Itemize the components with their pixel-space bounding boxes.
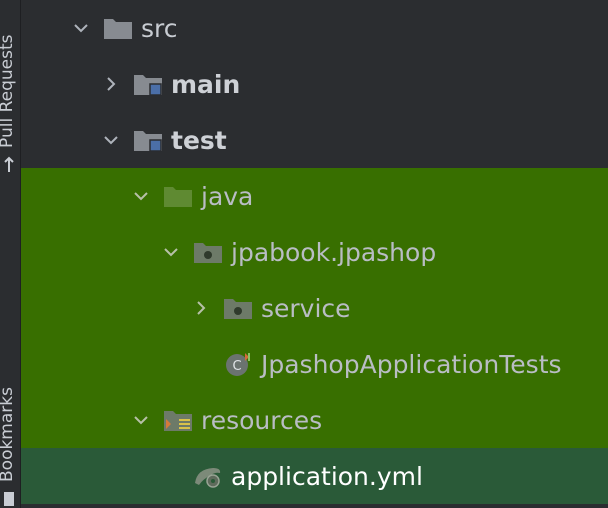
chevron-down-icon[interactable] — [133, 188, 149, 204]
chevron-down-icon[interactable] — [103, 132, 119, 148]
tree-item-label: src — [141, 13, 178, 43]
svg-text:C: C — [232, 359, 241, 374]
package-icon — [194, 243, 222, 263]
tree-item-main[interactable]: main — [21, 56, 608, 112]
tree-item-service[interactable]: service — [21, 280, 608, 336]
tree-item-test[interactable]: test — [21, 112, 608, 168]
tree-item-resources[interactable]: resources — [21, 392, 608, 448]
chevron-down-icon[interactable] — [133, 412, 149, 428]
tree-item-label: resources — [201, 405, 323, 435]
chevron-right-icon[interactable] — [193, 300, 209, 316]
folder-icon — [104, 19, 132, 39]
test-source-folder-icon — [164, 187, 192, 207]
chevron-down-icon[interactable] — [163, 244, 179, 260]
chevron-down-icon[interactable] — [73, 20, 89, 36]
module-folder-icon — [134, 131, 162, 152]
tree-item-label: java — [201, 181, 254, 211]
module-folder-icon — [134, 75, 162, 96]
spring-yaml-file-icon — [195, 468, 221, 488]
tree-item-label: test — [171, 125, 227, 155]
bookmark-icon — [4, 492, 14, 506]
tree-item-application-yml[interactable]: application.yml — [21, 448, 608, 504]
tree-item-jpashop-application-tests[interactable]: C JpashopApplicationTests — [21, 336, 608, 392]
test-class-icon: C — [226, 353, 250, 376]
tree-item-label: service — [261, 293, 351, 323]
chevron-right-icon[interactable] — [103, 76, 119, 92]
package-icon — [224, 299, 252, 319]
pull-requests-tab[interactable]: Pull Requests — [0, 35, 17, 149]
test-resources-folder-icon — [164, 411, 192, 431]
tool-window-strip: Pull Requests Bookmarks — [0, 0, 21, 508]
bookmarks-tab[interactable]: Bookmarks — [0, 387, 17, 482]
tree-item-label: main — [171, 69, 241, 99]
tree-item-src[interactable]: src — [21, 0, 608, 56]
tree-item-label: jpabook.jpashop — [231, 237, 437, 267]
pull-request-icon — [4, 156, 14, 172]
tree-item-jpabook-jpashop[interactable]: jpabook.jpashop — [21, 224, 608, 280]
tree-item-label: application.yml — [231, 461, 423, 491]
tree-item-java[interactable]: java — [21, 168, 608, 224]
tree-item-label: JpashopApplicationTests — [261, 349, 562, 379]
project-tree: src main test java jpabook.jpashop servi… — [21, 0, 608, 508]
